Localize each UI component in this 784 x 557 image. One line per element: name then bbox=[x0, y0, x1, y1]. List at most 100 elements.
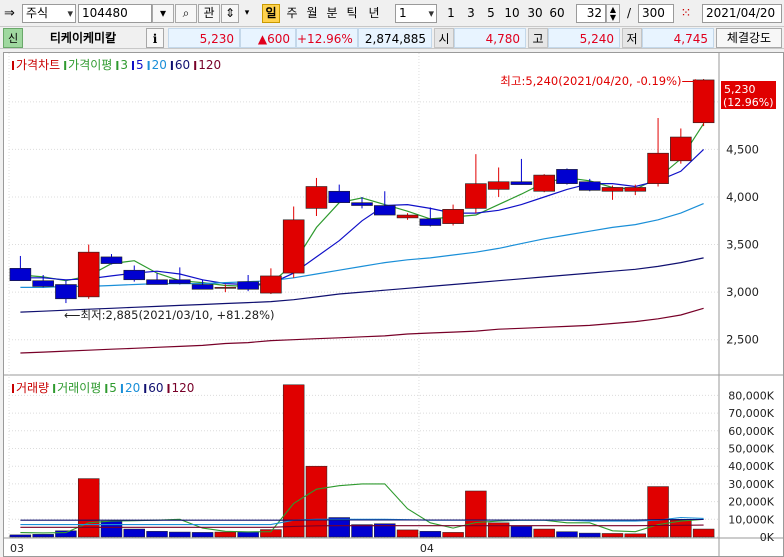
candle-body bbox=[32, 280, 54, 287]
candle-body bbox=[123, 269, 146, 281]
scroll-up-down-icon[interactable]: ⇕ bbox=[221, 4, 239, 23]
info-icon[interactable]: i bbox=[146, 28, 164, 48]
volume-legend-marker bbox=[105, 384, 108, 393]
volume-bar bbox=[419, 531, 442, 538]
volume-bar bbox=[237, 531, 259, 538]
price-legend-marker bbox=[64, 61, 67, 70]
trade-volume: 2,874,885 bbox=[358, 28, 432, 48]
volume-legend-marker bbox=[167, 384, 170, 393]
tab-period-day[interactable]: 일 bbox=[262, 4, 280, 23]
volume-bar bbox=[32, 534, 54, 538]
volume-legend-marker bbox=[144, 384, 147, 393]
candle-body bbox=[578, 181, 601, 191]
volume-tick-label: 30,000K bbox=[728, 478, 774, 491]
current-price: 5,230 bbox=[168, 28, 240, 48]
price-legend-marker bbox=[170, 61, 173, 70]
candle-body bbox=[9, 268, 32, 282]
candle-body bbox=[351, 202, 373, 206]
more-icon[interactable]: ▾ bbox=[241, 4, 253, 23]
quote-bar: 신 티케이케미칼 i 5,230 ▲600 +12.96% 2,874,885 … bbox=[0, 27, 784, 49]
tab-period-minute[interactable]: 분 bbox=[322, 4, 342, 23]
new-badge: 신 bbox=[3, 28, 23, 48]
date-tick-label: 03 bbox=[10, 542, 24, 555]
total-count-input[interactable]: 300 bbox=[638, 4, 674, 23]
tab-period-year[interactable]: 년 bbox=[362, 4, 386, 23]
candle-body bbox=[396, 214, 419, 219]
volume-bar bbox=[260, 529, 282, 538]
volume-tick-label: 50,000K bbox=[728, 442, 774, 455]
candle-body bbox=[282, 219, 305, 274]
volume-tick-label: 60,000K bbox=[728, 425, 774, 438]
chart-canvas[interactable]: 2,5003,0003,5004,0004,5005,0000K10,000K2… bbox=[4, 53, 783, 556]
market-select[interactable]: 주식 bbox=[22, 4, 76, 23]
volume-bar bbox=[647, 486, 669, 538]
candle-body bbox=[419, 218, 442, 226]
price-change: ▲600 bbox=[240, 28, 296, 48]
volume-bar bbox=[579, 532, 601, 538]
gwan-button[interactable]: 관 bbox=[198, 4, 220, 23]
volume-ma-60-line bbox=[20, 518, 704, 521]
open-label: 시 bbox=[434, 28, 454, 48]
volume-legend-marker bbox=[53, 384, 56, 393]
price-legend-label: 3 bbox=[120, 58, 128, 72]
tab-period-week[interactable]: 주 bbox=[282, 4, 302, 23]
volume-bar bbox=[601, 533, 624, 538]
price-legend-label: 5 bbox=[136, 58, 144, 72]
candle-body bbox=[624, 187, 647, 192]
price-legend-label: 가격이평 bbox=[68, 58, 112, 72]
link-arrow-icon[interactable]: ⇒ bbox=[4, 4, 22, 23]
price-legend-label: 가격차트 bbox=[16, 58, 60, 72]
candle-body bbox=[214, 287, 237, 289]
volume-tick-label: 80,000K bbox=[728, 389, 774, 402]
interval-60-button[interactable]: 60 bbox=[546, 4, 568, 23]
price-tick-label: 3,000 bbox=[726, 285, 759, 299]
last-price-rate: (12.96%) bbox=[723, 96, 774, 109]
chart-area[interactable]: 2,5003,0003,5004,0004,5005,0000K10,000K2… bbox=[3, 52, 784, 557]
volume-bar bbox=[556, 531, 578, 538]
candle-body bbox=[487, 181, 510, 190]
stock-code-input[interactable]: 104480 bbox=[78, 4, 152, 23]
interval-1-button[interactable]: 1 bbox=[442, 4, 460, 23]
price-legend-marker bbox=[194, 61, 197, 70]
volume-legend-label: 60 bbox=[148, 381, 163, 395]
volume-bar bbox=[533, 528, 555, 538]
price-tick-label: 2,500 bbox=[726, 333, 759, 347]
interval-select[interactable]: 1 bbox=[395, 4, 437, 23]
volume-tick-label: 20,000K bbox=[728, 496, 774, 509]
grid-options-icon[interactable]: ⁙ bbox=[676, 4, 696, 23]
volume-bar bbox=[169, 531, 191, 538]
volume-tick-label: 40,000K bbox=[728, 460, 774, 473]
interval-3-button[interactable]: 3 bbox=[462, 4, 480, 23]
low-label: 저 bbox=[622, 28, 642, 48]
price-legend-label: 20 bbox=[152, 58, 167, 72]
interval-10-button[interactable]: 10 bbox=[501, 4, 523, 23]
volume-bar bbox=[351, 524, 373, 538]
low-annotation: ⟵최저:2,885(2021/03/10, +81.28%) bbox=[64, 308, 275, 322]
price-legend-label: 60 bbox=[175, 58, 190, 72]
candle-body bbox=[146, 279, 168, 285]
price-ma-5-line bbox=[20, 148, 705, 286]
volume-bar bbox=[282, 384, 305, 538]
volume-bar bbox=[465, 490, 487, 538]
volume-legend-label: 120 bbox=[172, 381, 195, 395]
price-legend-marker bbox=[12, 61, 14, 70]
volume-legend-label: 20 bbox=[125, 381, 140, 395]
candle-body bbox=[77, 251, 100, 298]
stock-name: 티케이케미칼 bbox=[24, 28, 142, 48]
display-count-input[interactable]: 32 bbox=[576, 4, 606, 23]
interval-30-button[interactable]: 30 bbox=[524, 4, 546, 23]
tab-period-month[interactable]: 월 bbox=[302, 4, 322, 23]
tab-period-tick[interactable]: 틱 bbox=[342, 4, 362, 23]
strength-button[interactable]: 체결강도 bbox=[716, 28, 782, 48]
code-dropdown-icon[interactable]: ▾ bbox=[152, 4, 174, 23]
interval-5-button[interactable]: 5 bbox=[482, 4, 500, 23]
count-spinner[interactable]: ▲ ▼ bbox=[606, 4, 620, 23]
date-input[interactable]: 2021/04/20 bbox=[702, 4, 782, 23]
search-icon[interactable]: ⌕ bbox=[175, 4, 197, 23]
candle-body bbox=[169, 279, 191, 284]
volume-bar bbox=[510, 526, 533, 538]
change-rate: +12.96% bbox=[296, 28, 358, 48]
candle-body bbox=[55, 284, 77, 300]
high-price: 5,240 bbox=[548, 28, 620, 48]
price-legend-marker bbox=[116, 61, 119, 70]
